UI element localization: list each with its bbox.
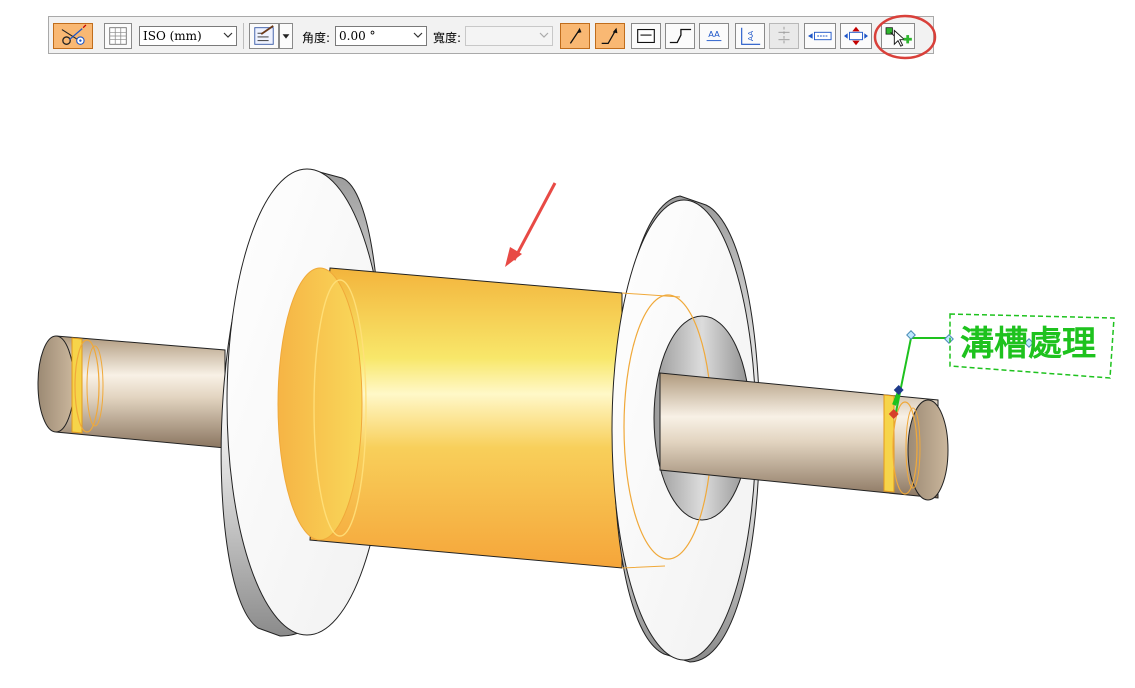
standard-select[interactable]: ISO (mm) [139, 26, 237, 46]
text-box-button[interactable] [631, 23, 661, 49]
text-style-button[interactable]: AA [699, 23, 729, 49]
standard-select-value: ISO (mm) [143, 29, 202, 43]
annotation-properties-button[interactable] [104, 23, 132, 49]
style-brush-icon [254, 25, 274, 45]
highlighted-sleeve[interactable] [277, 267, 623, 569]
chevron-down-icon [413, 32, 423, 38]
dimension-text-icon [808, 31, 832, 41]
text-box-icon [637, 28, 655, 44]
chevron-down-icon [223, 32, 233, 38]
leader-arrow-icon [569, 27, 582, 44]
smart-dimension-button[interactable] [53, 23, 93, 49]
dimension-spacing-icon [844, 26, 868, 46]
caret-down-icon [282, 34, 290, 39]
annotation-toolbar: ISO (mm) 角度: 0.00 ° 寬度: AA AA [48, 16, 934, 54]
style-button[interactable] [249, 23, 279, 49]
text-style-glyph: AA [708, 29, 720, 39]
break-line-icon [601, 27, 618, 45]
angle-input[interactable]: 0.00 ° [335, 26, 427, 46]
style-dropdown-button[interactable] [279, 23, 293, 49]
callout-text[interactable]: 溝槽處理 [960, 324, 1096, 364]
leader-button[interactable] [560, 23, 590, 49]
chevron-down-icon [539, 32, 549, 38]
text-style-icon: AA [706, 29, 722, 42]
pointer-arrow [505, 182, 557, 267]
vertical-text-glyph: AA [746, 31, 755, 41]
toolbar-divider [243, 23, 244, 49]
dimension-text-button[interactable] [804, 23, 836, 49]
datum-flag-button[interactable] [665, 23, 695, 49]
center-line-icon [778, 26, 790, 46]
width-input[interactable] [465, 26, 553, 46]
model-viewport[interactable]: 溝槽處理 [0, 0, 1135, 688]
angle-value: 0.00 ° [339, 29, 376, 43]
table-grid-icon [109, 27, 127, 45]
step-line-icon [669, 28, 692, 44]
angle-label: 角度: [302, 31, 331, 45]
width-label: 寬度: [433, 31, 462, 45]
vertical-text-button[interactable]: AA [735, 23, 765, 49]
vertical-text-icon: AA [741, 27, 761, 45]
smart-dimension-icon [61, 24, 87, 45]
left-shaft[interactable] [37, 335, 226, 449]
dimension-spacing-button[interactable] [840, 23, 872, 49]
center-line-button[interactable] [769, 23, 799, 49]
break-line-button[interactable] [595, 23, 625, 49]
highlight-circle [873, 14, 937, 60]
